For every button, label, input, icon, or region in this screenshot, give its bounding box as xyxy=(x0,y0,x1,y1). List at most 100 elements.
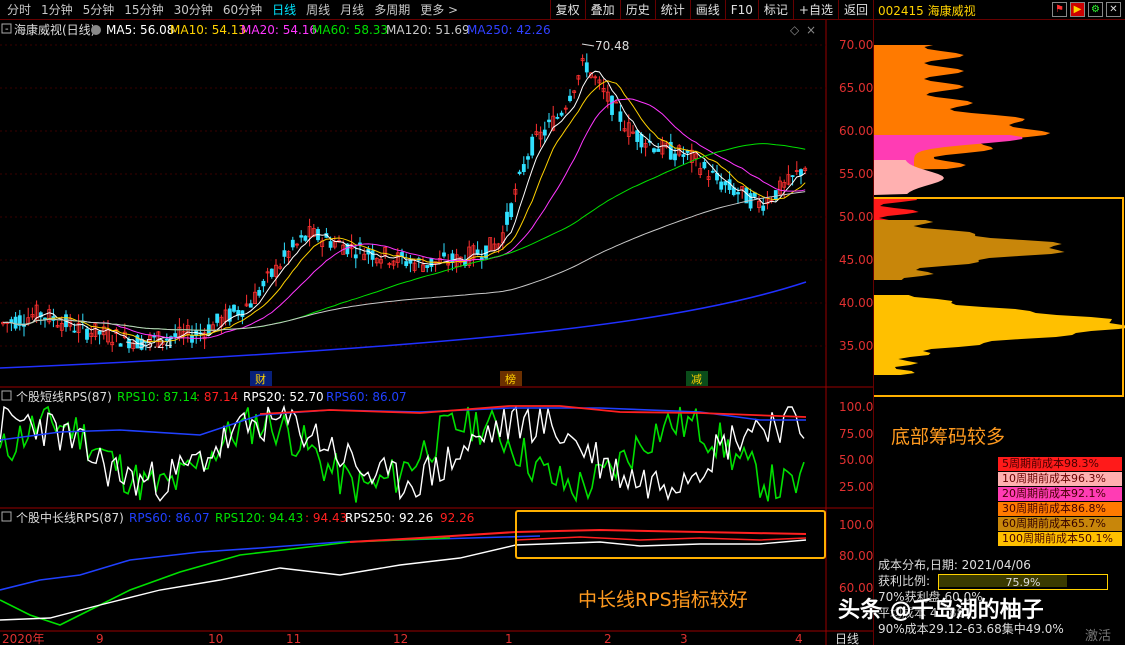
flag-icon[interactable]: ⚑ xyxy=(1052,2,1067,17)
time-tick: 3 xyxy=(680,632,688,645)
rps60-long-label: RPS60: 86.07 xyxy=(129,511,210,525)
candle-body xyxy=(328,241,333,248)
candle-body xyxy=(761,205,766,211)
candle-body xyxy=(635,130,640,142)
rps10-label: RPS10: 87.14 xyxy=(117,390,198,404)
candle-body xyxy=(584,62,589,73)
period-tab-15min[interactable]: 15分钟 xyxy=(119,2,168,18)
candle-body xyxy=(290,239,295,248)
period-tab-5min[interactable]: 5分钟 xyxy=(78,2,120,18)
adjust-price-button[interactable]: 复权 xyxy=(549,0,585,20)
chip-legend-item[interactable]: 100周期前成本50.1% xyxy=(998,532,1122,546)
period-tabs: 分时 1分钟 5分钟 15分钟 30分钟 60分钟 日线 周线 月线 多周期 更… xyxy=(2,2,463,18)
period-tab-daily[interactable]: 日线 xyxy=(267,2,301,18)
rps250-value: 92.26 xyxy=(440,511,474,525)
bottom-period-label[interactable]: 日线 xyxy=(835,630,859,645)
long-rps-annotation: 中长线RPS指标较好 xyxy=(578,589,748,611)
settings-icon[interactable]: ⚙ xyxy=(1088,2,1103,17)
period-tab-1min[interactable]: 1分钟 xyxy=(36,2,78,18)
period-tab-weekly[interactable]: 周线 xyxy=(301,2,335,18)
time-tick: 4 xyxy=(795,632,803,645)
event-flag-label: 减 xyxy=(691,373,702,386)
chart-canvas[interactable]: - 海康威视(日线) MA5: 56.08 MA10: 54.13 MA20: … xyxy=(0,20,873,645)
close-chart-icon[interactable]: × xyxy=(806,23,816,37)
profit-ratio-fill xyxy=(939,575,1067,587)
event-flag-label: 财 xyxy=(255,372,266,386)
price-tick: 60.00 xyxy=(839,124,873,138)
candle-body xyxy=(442,252,446,257)
ma60-label: MA60: 58.33 xyxy=(312,23,388,37)
price-tick: 55.00 xyxy=(839,167,873,181)
time-tick: 9 xyxy=(96,632,104,645)
candle-body xyxy=(799,169,803,176)
profit-ratio-bar: 75.9% xyxy=(938,574,1108,590)
candle-body xyxy=(72,330,77,333)
chip-legend-item[interactable]: 10周期前成本96.3% xyxy=(998,472,1122,486)
time-tick: 1 xyxy=(505,632,513,645)
draw-line-button[interactable]: 画线 xyxy=(689,0,725,20)
close-icon[interactable]: ✕ xyxy=(1106,2,1121,17)
price-tick: 35.00 xyxy=(839,339,873,353)
add-watchlist-button[interactable]: +自选 xyxy=(792,0,838,20)
play-icon[interactable]: ▶ xyxy=(1070,2,1085,17)
chart-menu-icon[interactable] xyxy=(91,25,101,35)
period-tab-more[interactable]: 更多 > xyxy=(415,2,463,18)
candle-body xyxy=(559,112,564,116)
f10-button[interactable]: F10 xyxy=(724,0,758,20)
candle-body xyxy=(299,235,304,238)
time-tick: 11 xyxy=(286,632,301,645)
chip-legend-item[interactable]: 30周期前成本86.8% xyxy=(998,502,1122,516)
overlay-button[interactable]: 叠加 xyxy=(584,0,620,20)
candle-body xyxy=(248,303,253,308)
rps120-value: : 94.43 xyxy=(305,511,347,525)
panel-icons: ⚑ ▶ ⚙ ✕ xyxy=(1052,2,1121,17)
diamond-icon[interactable]: ◇ xyxy=(790,23,800,37)
stock-code-name: 002415 海康威视 xyxy=(878,4,976,18)
candle-body xyxy=(97,330,102,335)
period-tab-multi[interactable]: 多周期 xyxy=(369,2,415,18)
candle-body xyxy=(173,333,178,338)
chip-bars xyxy=(874,45,1125,375)
back-button[interactable]: 返回 xyxy=(837,0,873,20)
period-tab-60min[interactable]: 60分钟 xyxy=(218,2,267,18)
ma20-label: MA20: 54.16 xyxy=(241,23,317,37)
candle-body xyxy=(13,316,18,329)
candle-body xyxy=(618,111,623,122)
rps-long-legend: 个股中长线RPS(87) RPS60: 86.07 RPS120: 94.43 … xyxy=(1,510,474,525)
candle-body xyxy=(710,170,715,173)
candle-body xyxy=(555,116,560,119)
candle-body xyxy=(673,153,677,161)
candle-body xyxy=(736,192,740,195)
candle-body xyxy=(425,265,430,269)
candle-body xyxy=(702,161,707,169)
candle-body xyxy=(206,324,211,335)
candle-body xyxy=(723,181,728,186)
chip-legend: 5周期前成本98.3% 10周期前成本96.3% 20周期前成本92.1% 30… xyxy=(998,457,1122,547)
candle-body xyxy=(610,95,614,115)
period-tab-30min[interactable]: 30分钟 xyxy=(169,2,218,18)
candle-body xyxy=(681,154,686,157)
history-button[interactable]: 历史 xyxy=(619,0,655,20)
candle-body xyxy=(517,171,522,174)
rps-short-legend: 个股短线RPS(87) RPS10: 87.14 : 87.14 RPS20: … xyxy=(1,390,407,404)
period-tab-intraday[interactable]: 分时 xyxy=(2,2,36,18)
candle-body xyxy=(370,250,375,260)
candle-body xyxy=(127,339,131,349)
price-tick: 50.00 xyxy=(839,210,873,224)
top-toolbar: 分时 1分钟 5分钟 15分钟 30分钟 60分钟 日线 周线 月线 多周期 更… xyxy=(0,0,873,20)
mark-button[interactable]: 标记 xyxy=(757,0,793,20)
bottom-chip-annotation: 底部筹码较多 xyxy=(891,426,1006,448)
price-tick: 65.00 xyxy=(839,81,873,95)
chip-legend-item[interactable]: 60周期前成本65.7% xyxy=(998,517,1122,531)
period-tab-monthly[interactable]: 月线 xyxy=(335,2,369,18)
profit-value: 75.9% xyxy=(1005,576,1041,589)
ma250-label: MA250: 42.26 xyxy=(467,23,551,37)
rps-long-axis: 100.0 80.00 60.00 xyxy=(839,518,873,595)
chip-legend-item[interactable]: 20周期前成本92.1% xyxy=(998,487,1122,501)
chip-legend-item[interactable]: 5周期前成本98.3% xyxy=(998,457,1122,471)
rps120-label: RPS120: 94.43 xyxy=(215,511,303,525)
rps60-label: RPS60: 86.07 xyxy=(326,390,407,404)
candle-body xyxy=(526,156,530,160)
statistics-button[interactable]: 统计 xyxy=(654,0,690,20)
candle-body xyxy=(656,148,661,152)
